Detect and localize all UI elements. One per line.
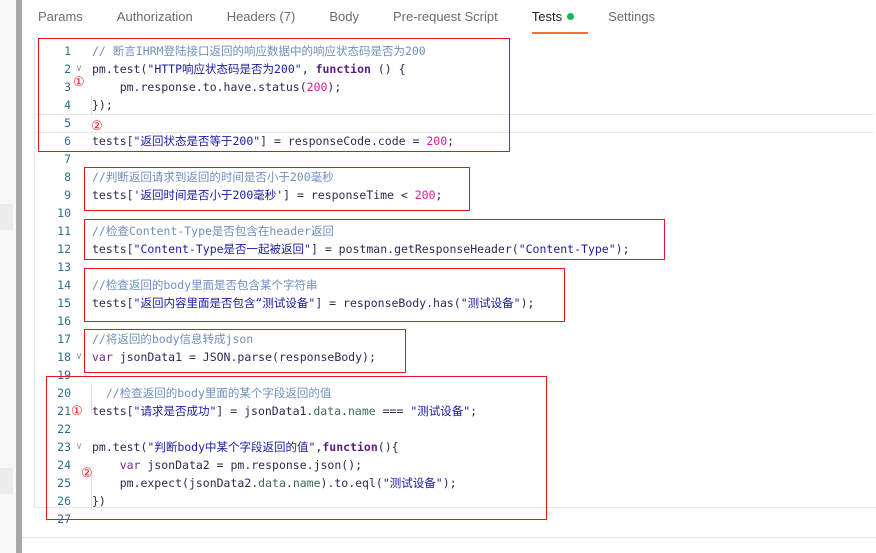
line-number: 12 bbox=[57, 242, 71, 256]
tab-body[interactable]: Body bbox=[329, 0, 359, 34]
annotation-mark: ① bbox=[71, 403, 83, 418]
annotation-box bbox=[84, 329, 406, 373]
left-sidebar bbox=[0, 0, 16, 553]
line-number: 8 bbox=[64, 170, 71, 184]
line-number: 14 bbox=[57, 278, 71, 292]
scrollbar[interactable] bbox=[16, 0, 22, 553]
line-number: 18 bbox=[57, 350, 71, 364]
fold-chevron-icon[interactable]: ∨ bbox=[76, 348, 82, 366]
tab-authorization[interactable]: Authorization bbox=[117, 0, 193, 34]
annotation-box bbox=[84, 268, 565, 322]
tab-label: Body bbox=[329, 9, 359, 24]
code-line[interactable]: 7 bbox=[35, 150, 875, 168]
tab-settings[interactable]: Settings bbox=[608, 0, 655, 34]
line-number: 11 bbox=[57, 224, 71, 238]
annotation-mark: ② bbox=[81, 465, 93, 480]
tab-label: Pre-request Script bbox=[392, 9, 498, 24]
line-number: 15 bbox=[57, 296, 71, 310]
line-number: 9 bbox=[64, 188, 71, 202]
sidebar-item[interactable] bbox=[0, 468, 13, 494]
line-number: 16 bbox=[57, 314, 71, 328]
annotation-box bbox=[84, 167, 470, 211]
status-dot-icon bbox=[567, 13, 575, 20]
line-number: 7 bbox=[64, 152, 71, 166]
annotation-mark: ① bbox=[73, 74, 85, 89]
tab-tests[interactable]: Tests bbox=[531, 0, 589, 34]
tab-label: Settings bbox=[608, 9, 656, 24]
tab-label: Tests bbox=[531, 9, 563, 24]
request-tabs: Params Authorization Headers (7) Body Pre-re… bbox=[38, 0, 689, 34]
line-number: 13 bbox=[57, 260, 71, 274]
tab-label: Authorization bbox=[116, 9, 193, 24]
tab-label: Params bbox=[38, 9, 83, 24]
tab-params[interactable]: Params bbox=[38, 0, 83, 34]
annotation-mark: ② bbox=[91, 118, 103, 133]
sidebar-item[interactable] bbox=[0, 204, 13, 230]
annotation-box bbox=[46, 376, 547, 520]
divider bbox=[22, 537, 876, 538]
tab-headers[interactable]: Headers (7) bbox=[227, 0, 296, 34]
tab-label: Headers (7) bbox=[226, 9, 296, 24]
tab-pre-request-script[interactable]: Pre-request Script bbox=[393, 0, 498, 34]
line-number: 17 bbox=[57, 332, 71, 346]
annotation-box bbox=[38, 38, 510, 152]
annotation-box bbox=[84, 219, 665, 260]
line-number: 10 bbox=[57, 206, 71, 220]
